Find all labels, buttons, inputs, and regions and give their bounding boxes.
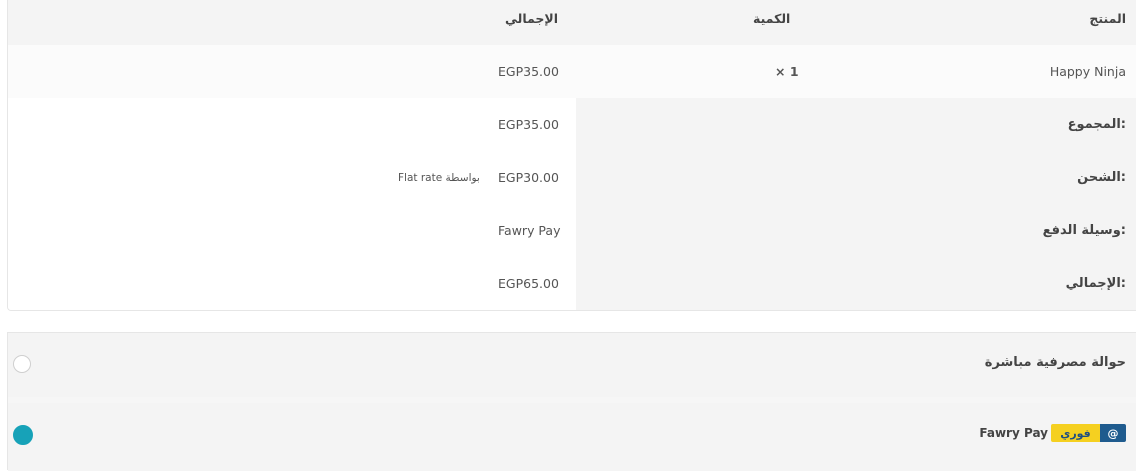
- bank-transfer-label[interactable]: حوالة مصرفية مباشرة: [985, 355, 1126, 370]
- subtotal-label: المجموع:: [1067, 117, 1126, 132]
- fawry-label[interactable]: Fawry Pay: [979, 426, 1048, 440]
- shipping-method: بواسطة Flat rate: [398, 172, 480, 184]
- payment-method-label-cell: وسيلة الدفع:: [576, 204, 1136, 257]
- header-product: المنتج: [1089, 11, 1126, 26]
- subtotal-value: EGP35.00: [498, 117, 559, 132]
- payment-option-fawry[interactable]: فوري @ Fawry Pay: [8, 403, 1136, 471]
- grand-total-row: الإجمالي: EGP65.00: [8, 257, 1136, 310]
- item-quantity: × 1: [775, 64, 799, 79]
- header-quantity: الكمية: [753, 11, 791, 26]
- grand-total-label: الإجمالي:: [1065, 276, 1126, 291]
- fawry-logo-word: فوري: [1051, 424, 1100, 442]
- item-name: Happy Ninja: [1049, 64, 1126, 79]
- shipping-label: الشحن:: [1077, 170, 1126, 185]
- item-total: EGP35.00: [498, 64, 559, 79]
- grand-total-value: EGP65.00: [498, 276, 559, 291]
- fawry-logo: فوري @: [1051, 424, 1126, 442]
- subtotal-row: المجموع: EGP35.00: [8, 98, 1136, 151]
- shipping-label-cell: الشحن:: [576, 151, 1136, 204]
- table-header-row: المنتج الكمية الإجمالي: [8, 0, 1136, 45]
- header-total: الإجمالي: [505, 11, 559, 26]
- table-row: Happy Ninja × 1 EGP35.00: [8, 45, 1136, 98]
- payment-option-bank-transfer[interactable]: حوالة مصرفية مباشرة: [8, 333, 1136, 397]
- subtotal-label-cell: المجموع:: [576, 98, 1136, 151]
- payment-method-label: وسيلة الدفع:: [1042, 223, 1126, 238]
- at-icon: @: [1100, 424, 1126, 442]
- checkout-frame: المنتج الكمية الإجمالي Happy Ninja × 1 E…: [7, 0, 1136, 471]
- shipping-value: EGP30.00: [498, 170, 559, 185]
- fawry-radio[interactable]: [13, 425, 33, 445]
- payment-method-row: وسيلة الدفع: Fawry Pay: [8, 204, 1136, 257]
- shipping-row: الشحن: EGP30.00 بواسطة Flat rate: [8, 151, 1136, 204]
- bank-transfer-radio[interactable]: [13, 355, 31, 373]
- order-review-table: المنتج الكمية الإجمالي Happy Ninja × 1 E…: [7, 0, 1136, 311]
- payment-methods-box: حوالة مصرفية مباشرة فوري @ Fawry Pay: [7, 332, 1136, 471]
- payment-method-value: Fawry Pay: [498, 223, 561, 238]
- grand-total-label-cell: الإجمالي:: [576, 257, 1136, 310]
